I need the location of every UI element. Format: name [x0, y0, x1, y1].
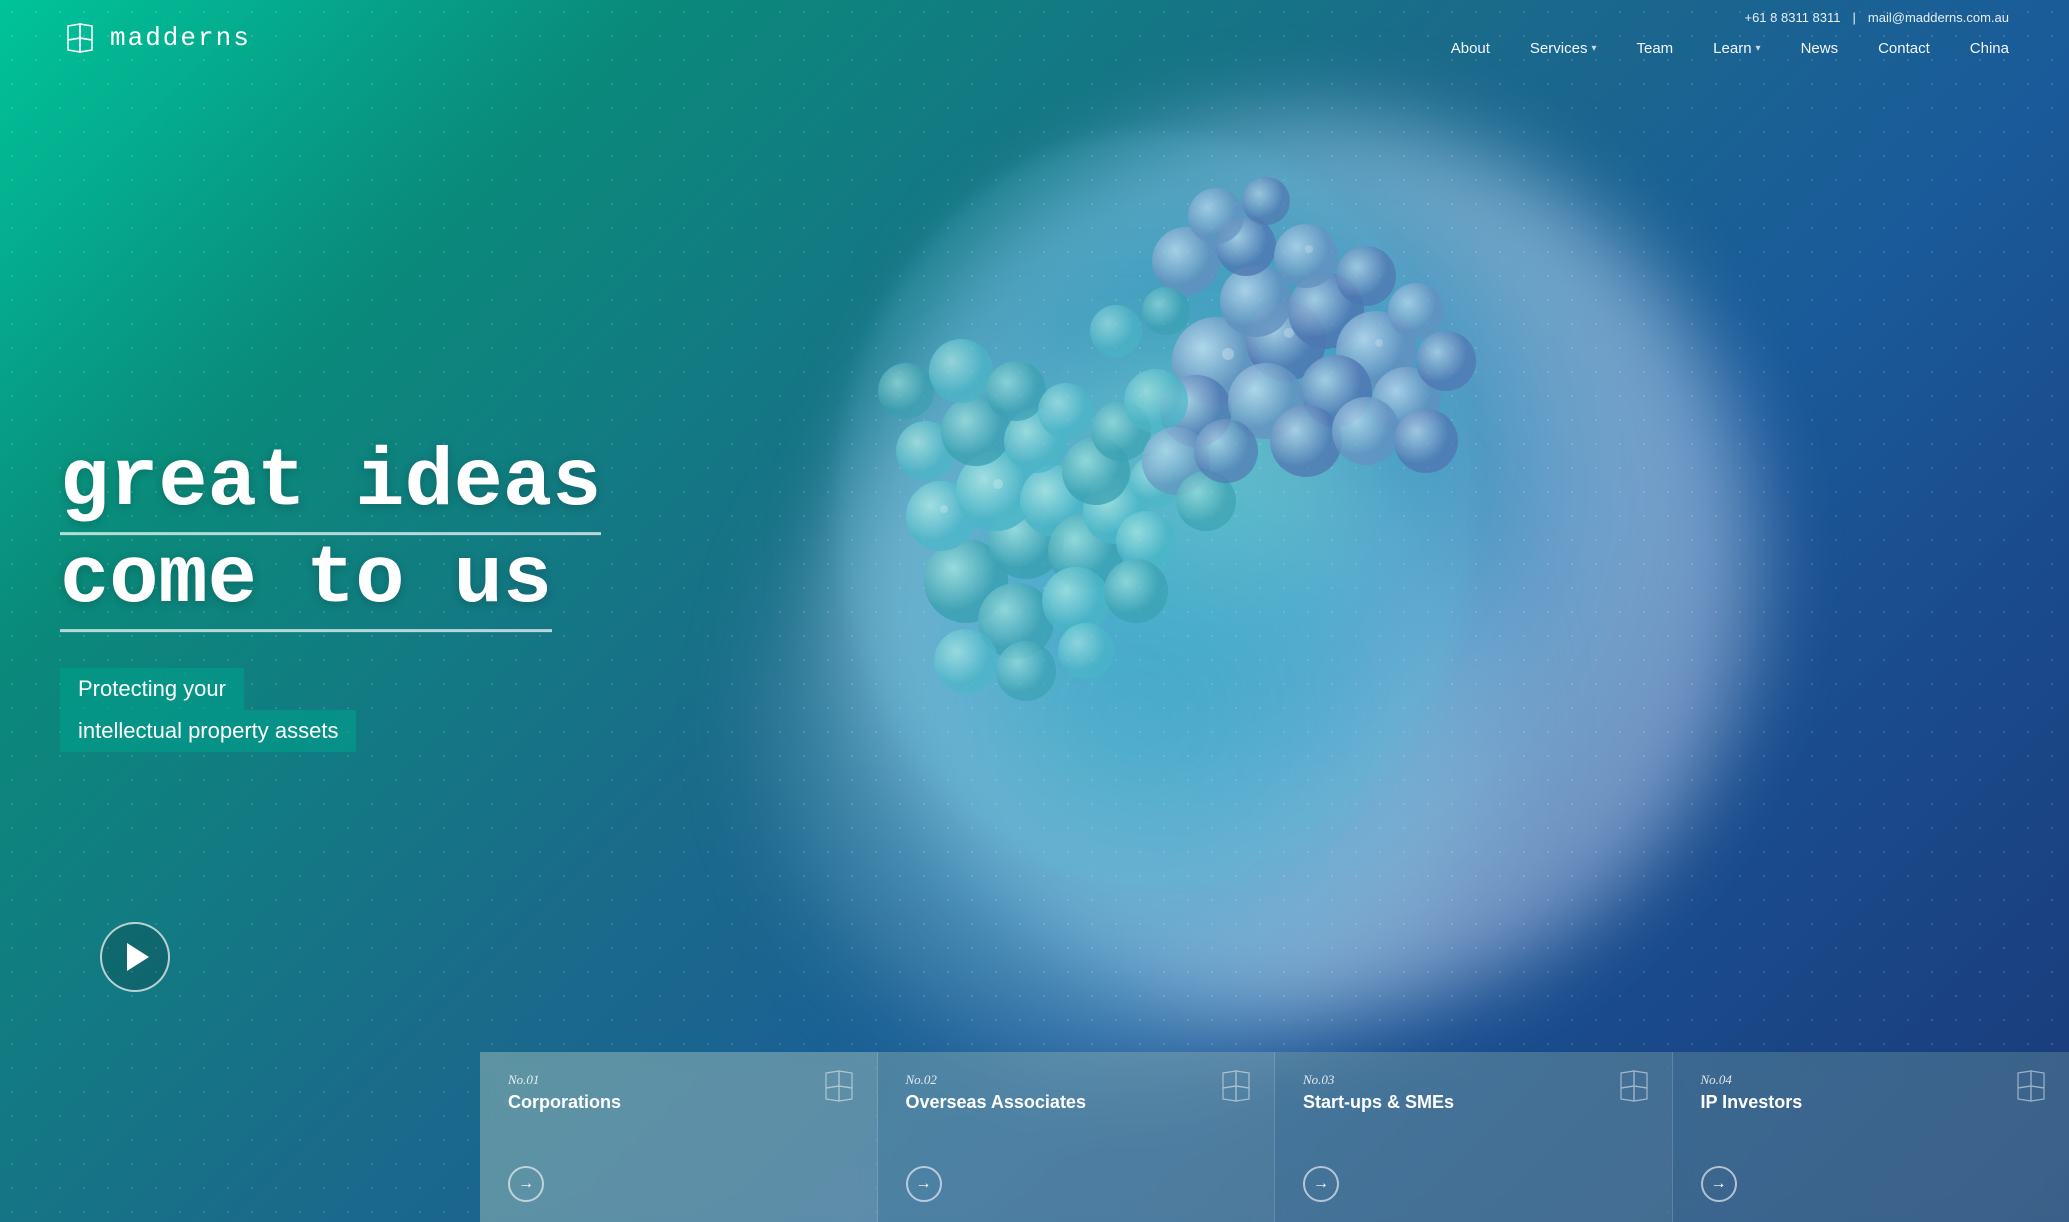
logo-text: madderns: [110, 23, 251, 53]
card-arrow-1[interactable]: →: [508, 1166, 544, 1202]
subtitle-line-2: intellectual property assets: [60, 710, 356, 752]
card-number-4: No.04: [1701, 1072, 2042, 1088]
subtitle-line-1: Protecting your: [60, 668, 244, 710]
pipe-divider: |: [1853, 10, 1856, 25]
hero-headline: great ideas come to us: [60, 438, 601, 632]
card-logo-4: [2013, 1068, 2049, 1104]
card-logo-1: [821, 1068, 857, 1104]
card-title-4: IP Investors: [1701, 1092, 2042, 1113]
phone-number: +61 8 8311 8311: [1744, 10, 1840, 25]
card-logo-2: [1218, 1068, 1254, 1104]
play-button[interactable]: [100, 922, 170, 992]
card-title-1: Corporations: [508, 1092, 849, 1113]
bottom-cards: No.01 Corporations → No.02: [480, 1052, 2069, 1222]
topbar: madderns +61 8 8311 8311 | mail@madderns…: [0, 0, 2069, 58]
card-number-2: No.02: [906, 1072, 1247, 1088]
hero-section: madderns +61 8 8311 8311 | mail@madderns…: [0, 0, 2069, 1222]
play-icon: [127, 943, 149, 971]
logo-icon: [60, 18, 100, 58]
card-logo-3: [1616, 1068, 1652, 1104]
card-title-2: Overseas Associates: [906, 1092, 1247, 1113]
hero-subtitle: Protecting your intellectual property as…: [60, 668, 601, 752]
card-corporations: No.01 Corporations →: [480, 1052, 878, 1222]
card-overseas: No.02 Overseas Associates →: [878, 1052, 1276, 1222]
card-investors: No.04 IP Investors →: [1673, 1052, 2069, 1222]
hero-content: great ideas come to us Protecting your i…: [60, 438, 601, 752]
logo-area: madderns: [60, 18, 251, 58]
card-arrow-4[interactable]: →: [1701, 1166, 1737, 1202]
card-arrow-2[interactable]: →: [906, 1166, 942, 1202]
card-arrow-3[interactable]: →: [1303, 1166, 1339, 1202]
card-title-3: Start-ups & SMEs: [1303, 1092, 1644, 1113]
contact-info: +61 8 8311 8311 | mail@madderns.com.au: [1744, 10, 2009, 25]
card-startups: No.03 Start-ups & SMEs →: [1275, 1052, 1673, 1222]
sphere-cluster: [766, 61, 1546, 911]
card-number-1: No.01: [508, 1072, 849, 1088]
card-number-3: No.03: [1303, 1072, 1644, 1088]
email-address: mail@madderns.com.au: [1868, 10, 2009, 25]
